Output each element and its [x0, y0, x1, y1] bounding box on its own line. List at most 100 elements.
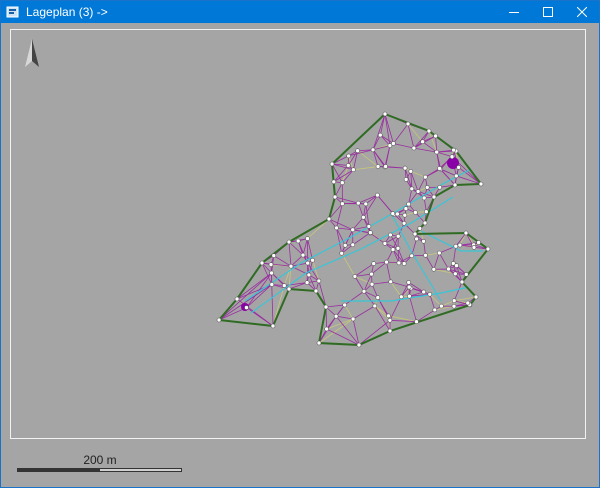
survey-point [421, 239, 426, 244]
survey-point [350, 242, 356, 248]
survey-point [451, 147, 456, 153]
survey-point [350, 227, 356, 233]
survey-point [346, 153, 351, 159]
survey-point [463, 230, 469, 236]
survey-point [368, 230, 373, 235]
survey-point [402, 212, 408, 218]
survey-point [398, 294, 404, 300]
survey-point [271, 253, 277, 258]
triangle-edge [352, 305, 376, 320]
triangle-edge [393, 123, 409, 144]
survey-point [409, 253, 415, 259]
survey-point [401, 261, 407, 266]
survey-point [375, 164, 381, 169]
survey-point [372, 303, 378, 309]
survey-point [432, 307, 438, 313]
survey-point [361, 288, 367, 294]
triangle-edge [425, 168, 440, 178]
survey-point [423, 253, 428, 258]
survey-point [473, 294, 479, 300]
survey-point [434, 149, 440, 155]
survey-point [413, 210, 418, 215]
survey-point [403, 206, 409, 211]
survey-point [384, 259, 389, 265]
survey-point [369, 281, 375, 287]
triangle-edge [377, 194, 395, 215]
survey-point [465, 300, 471, 306]
survey-point [300, 252, 306, 258]
survey-point [386, 313, 391, 319]
hatch-line [353, 166, 379, 171]
survey-point [339, 251, 345, 256]
survey-point [395, 233, 401, 239]
survey-point [390, 247, 396, 252]
scale-label: 200 m [83, 453, 117, 467]
survey-point [463, 272, 469, 277]
triangle-edge [218, 284, 272, 321]
survey-point [286, 239, 292, 245]
survey-point [306, 272, 312, 278]
survey-point [452, 271, 458, 277]
survey-point [420, 139, 425, 144]
survey-point [459, 279, 465, 285]
scale-bar-filled-segment [18, 469, 100, 471]
survey-point [329, 161, 335, 167]
survey-point [402, 165, 408, 171]
survey-point [396, 260, 402, 266]
survey-point [424, 185, 430, 190]
survey-point [476, 240, 481, 245]
survey-point [234, 296, 240, 302]
survey-point [375, 192, 380, 198]
survey-point [316, 340, 322, 346]
scale-bar-graphic [17, 468, 182, 472]
survey-point [363, 201, 369, 207]
survey-point [403, 177, 409, 182]
survey-point [339, 180, 345, 185]
survey-point [355, 200, 361, 206]
triangle-edge [433, 252, 440, 270]
survey-point [453, 173, 459, 179]
triangle-edge [386, 261, 392, 282]
triangle-edge [333, 165, 349, 183]
survey-point [406, 201, 411, 207]
survey-point [449, 154, 455, 159]
survey-point [268, 262, 274, 267]
triangle-edge [302, 238, 308, 256]
survey-point [451, 298, 457, 304]
survey-point [422, 174, 428, 180]
survey-point [452, 182, 458, 188]
triangle-edge [326, 328, 360, 346]
survey-point [478, 181, 484, 187]
survey-point [371, 261, 377, 266]
triangle-edge [438, 252, 449, 270]
survey-point [395, 246, 401, 251]
hatch-line [344, 304, 354, 320]
survey-point [451, 303, 457, 309]
survey-point [316, 278, 322, 284]
triangle-edge [271, 284, 274, 327]
triangle-edge [218, 272, 272, 321]
survey-point [437, 166, 442, 171]
survey-point [340, 201, 345, 206]
survey-point [326, 216, 332, 222]
survey-point [351, 167, 356, 172]
survey-point [352, 274, 358, 279]
survey-point [342, 302, 348, 308]
survey-point [259, 260, 265, 266]
survey-point [270, 323, 276, 329]
survey-point [313, 288, 319, 294]
survey-point [431, 266, 437, 272]
triangle-edge [336, 315, 354, 320]
survey-point [407, 293, 412, 299]
survey-point [305, 236, 310, 241]
survey-point [288, 263, 294, 269]
survey-point [342, 243, 348, 248]
triangle-edge [372, 149, 379, 167]
survey-point [377, 132, 383, 138]
survey-point [387, 317, 393, 323]
site-plan-map[interactable] [1, 1, 599, 487]
survey-point [411, 145, 417, 151]
triangle-edge [436, 151, 453, 158]
survey-point [408, 169, 414, 174]
triangle-edge [288, 241, 292, 267]
